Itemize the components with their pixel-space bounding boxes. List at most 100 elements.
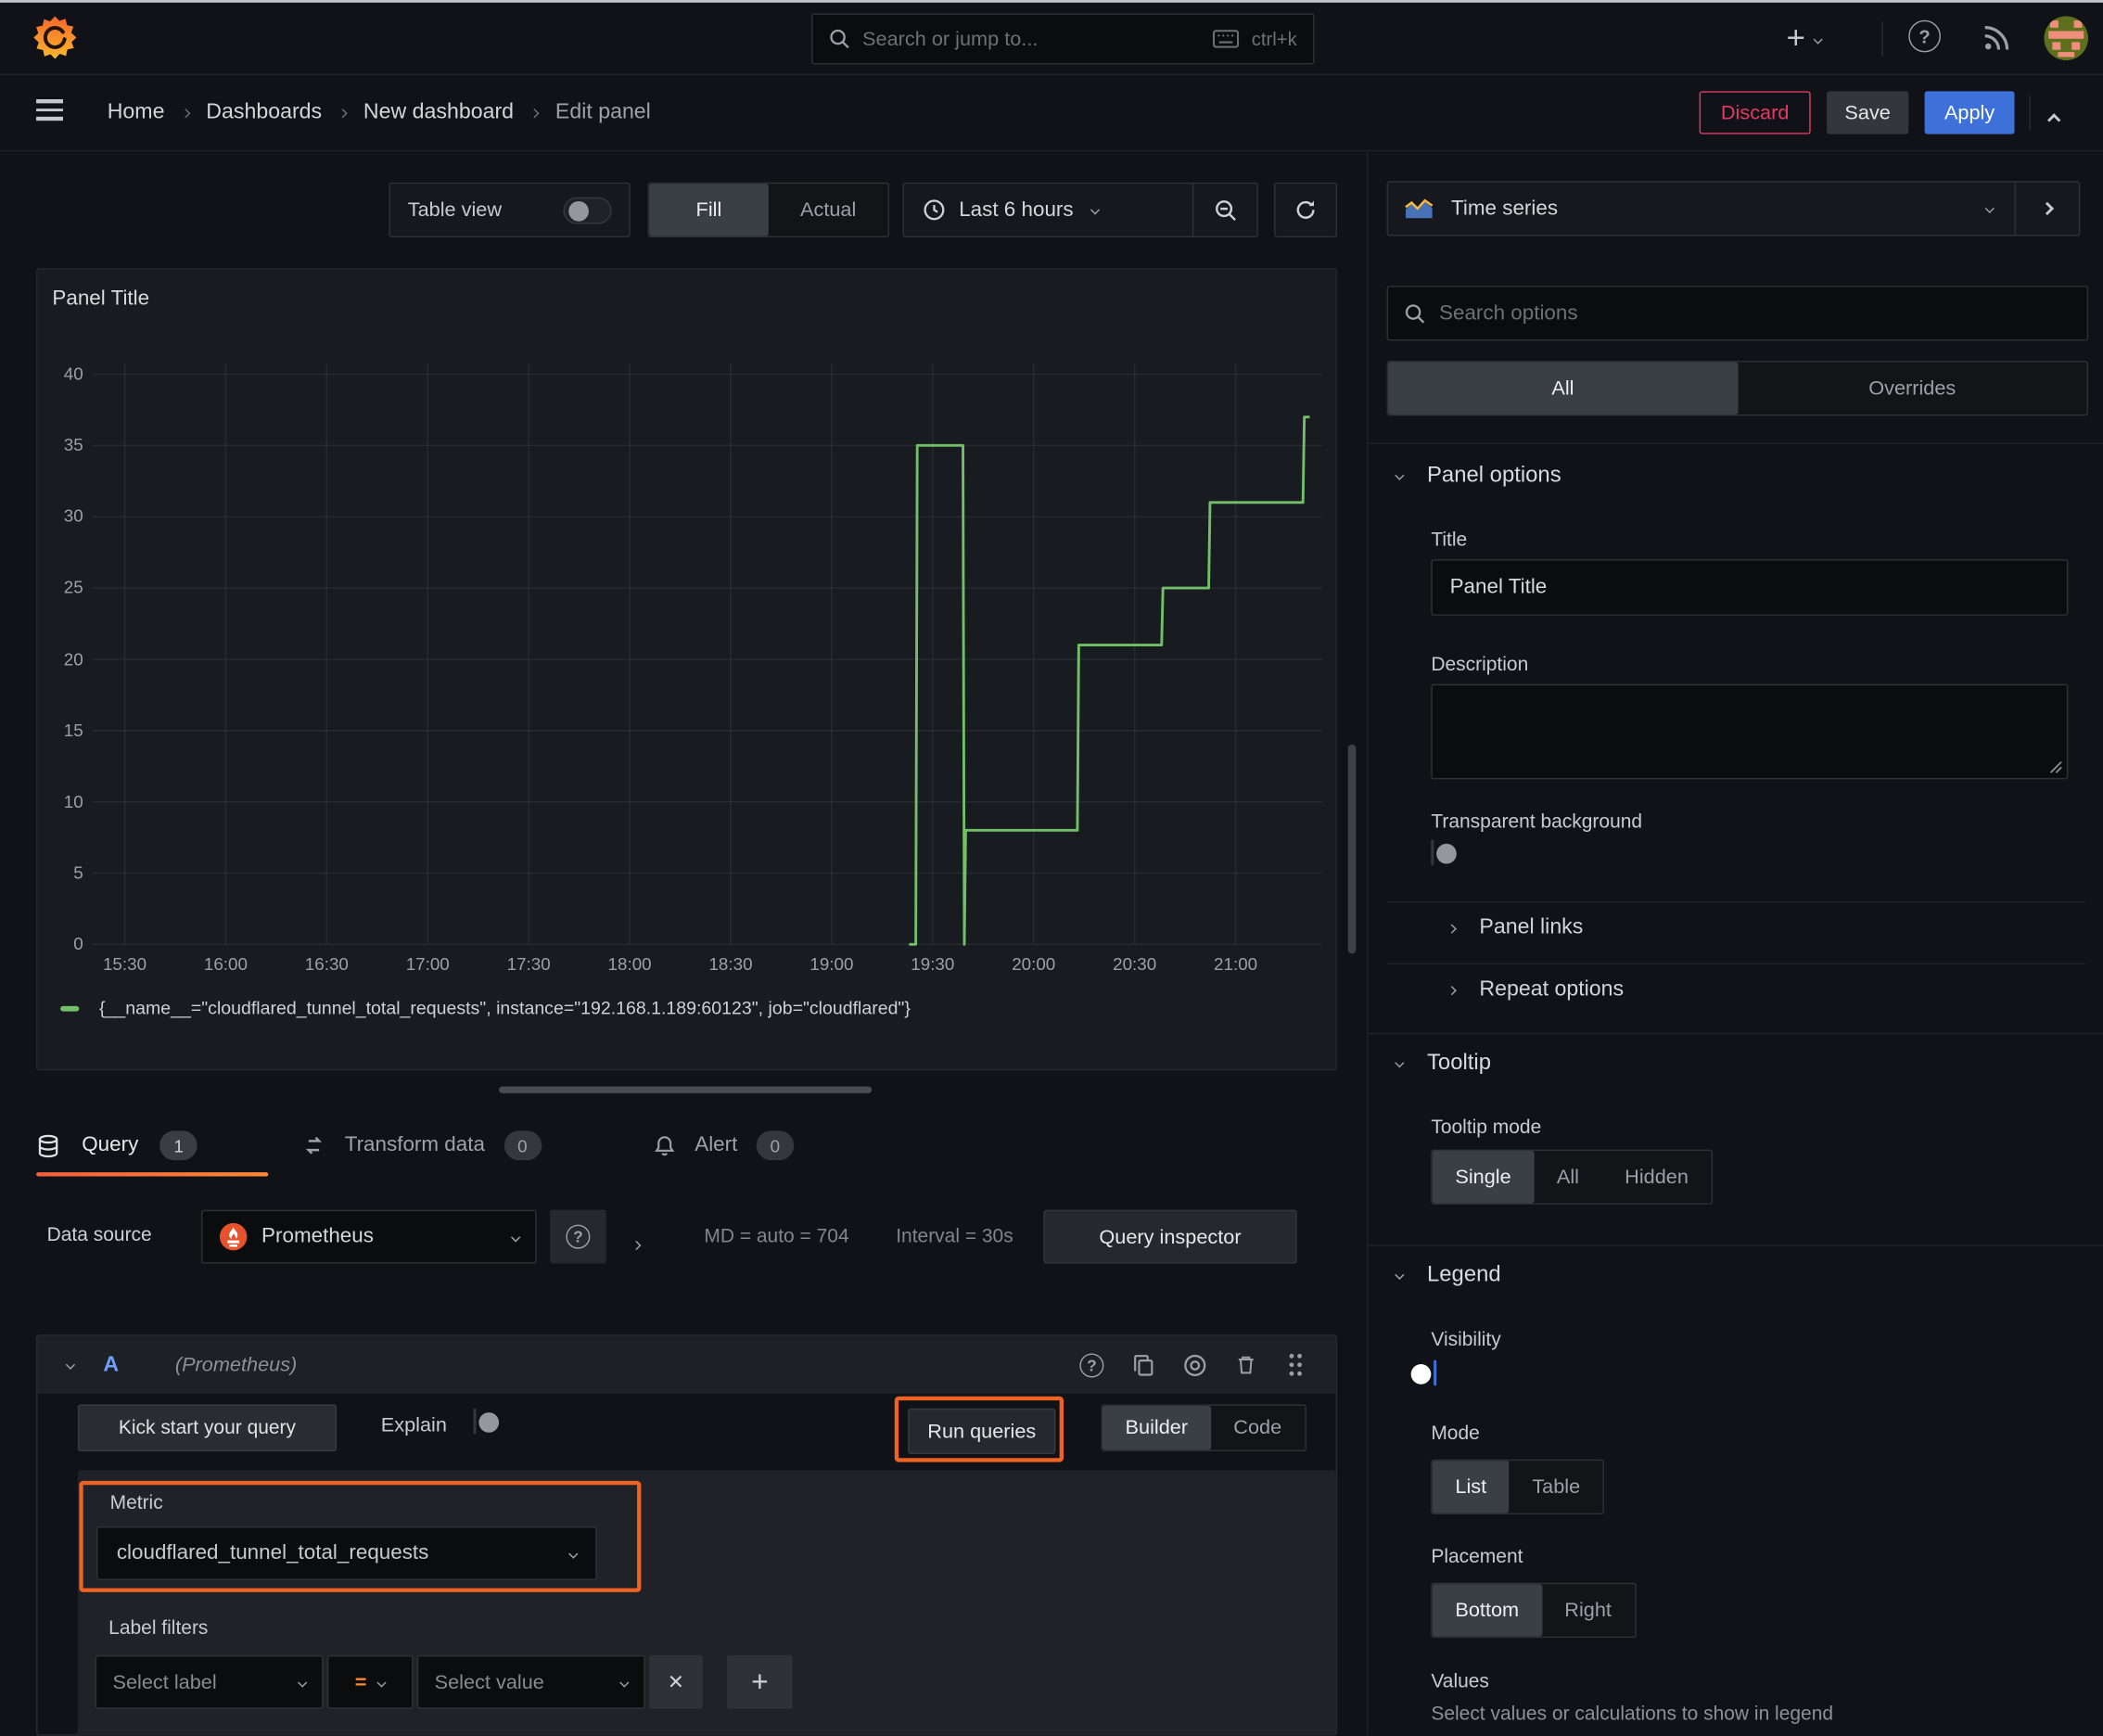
- tooltip-title: Tooltip: [1427, 1050, 1492, 1075]
- table-view-toggle[interactable]: [563, 196, 612, 223]
- description-textarea[interactable]: [1432, 685, 2067, 778]
- global-search-input[interactable]: [862, 27, 1201, 51]
- panel-title-input[interactable]: [1449, 575, 2050, 600]
- help-icon: ?: [1908, 19, 1941, 53]
- operator-dropdown[interactable]: =: [326, 1654, 414, 1709]
- panel-title-field[interactable]: [1431, 559, 2069, 616]
- tooltip-section-header[interactable]: Tooltip: [1395, 1050, 1492, 1076]
- refresh-button[interactable]: [1274, 182, 1338, 238]
- tab-overrides[interactable]: Overrides: [1738, 363, 2087, 415]
- visualization-name: Time series: [1451, 196, 1559, 220]
- scrollbar-thumb[interactable]: [1347, 744, 1357, 954]
- collapse-options-button[interactable]: [2016, 183, 2079, 235]
- user-avatar[interactable]: [2044, 16, 2089, 61]
- grafana-logo-icon[interactable]: [32, 15, 78, 60]
- run-queries-button[interactable]: Run queries: [908, 1408, 1056, 1454]
- datasource-picker[interactable]: Prometheus: [200, 1209, 537, 1264]
- section-divider: [1368, 442, 2103, 444]
- zoom-out-icon: [1215, 199, 1236, 221]
- breadcrumb-item-dashboards[interactable]: Dashboards: [206, 100, 322, 124]
- legend-visibility-toggle[interactable]: [1410, 1359, 1437, 1386]
- apply-button[interactable]: Apply: [1924, 91, 2015, 134]
- tab-alert-badge: 0: [756, 1130, 795, 1161]
- chart-svg[interactable]: [92, 363, 1323, 951]
- chevron-down-icon: [298, 1677, 308, 1687]
- operator-value: =: [354, 1670, 367, 1694]
- news-button[interactable]: [1981, 21, 2013, 54]
- query-inspector-button[interactable]: Query inspector: [1043, 1209, 1297, 1264]
- toggle-visibility-icon[interactable]: [1183, 1353, 1207, 1377]
- explain-label: Explain: [380, 1413, 447, 1437]
- legend-mode-list[interactable]: List: [1432, 1461, 1510, 1513]
- run-queries-highlight: Run queries: [894, 1396, 1064, 1462]
- builder-option[interactable]: Builder: [1102, 1405, 1211, 1450]
- search-icon: [1404, 302, 1425, 324]
- series-line[interactable]: [909, 415, 1310, 946]
- actual-option[interactable]: Actual: [769, 184, 888, 236]
- query-row-header[interactable]: A (Prometheus) ?: [37, 1335, 1336, 1394]
- breadcrumb-item-new-dashboard[interactable]: New dashboard: [363, 100, 514, 124]
- select-label-dropdown[interactable]: Select label: [95, 1654, 324, 1709]
- menu-button[interactable]: [36, 99, 63, 121]
- query-ref-id: A: [103, 1352, 120, 1376]
- chevron-down-icon: [511, 1232, 521, 1242]
- tab-query[interactable]: Query 1: [36, 1115, 198, 1177]
- panel-links-header[interactable]: Panel links: [1447, 916, 1583, 940]
- resize-grip-icon[interactable]: [2049, 760, 2062, 773]
- legend-swatch[interactable]: [60, 1005, 80, 1011]
- transform-icon: [305, 1136, 323, 1155]
- add-new-button[interactable]: +: [1787, 19, 1823, 58]
- metric-select[interactable]: cloudflared_tunnel_total_requests: [96, 1526, 597, 1580]
- options-search-box[interactable]: [1386, 286, 2089, 341]
- legend-placement-right[interactable]: Right: [1542, 1584, 1635, 1636]
- close-icon: ✕: [667, 1671, 685, 1694]
- zoom-out-button[interactable]: [1193, 198, 1256, 222]
- topbar-divider: [1881, 21, 1883, 57]
- x-axis-tick: 17:30: [506, 953, 551, 975]
- delete-query-icon[interactable]: [1235, 1353, 1256, 1376]
- pane-resize-handle[interactable]: [499, 1086, 873, 1093]
- kick-start-query-button[interactable]: Kick start your query: [77, 1404, 338, 1452]
- tab-alert[interactable]: Alert 0: [653, 1115, 795, 1177]
- legend-placement-bottom[interactable]: Bottom: [1432, 1584, 1542, 1637]
- tab-transform-data[interactable]: Transform data 0: [301, 1115, 542, 1177]
- save-button[interactable]: Save: [1827, 91, 1909, 134]
- collapse-header-button[interactable]: [2047, 108, 2061, 131]
- breadcrumb-item-home[interactable]: Home: [108, 100, 165, 124]
- duplicate-query-icon[interactable]: [1132, 1353, 1155, 1376]
- tooltip-mode-single[interactable]: Single: [1432, 1151, 1535, 1204]
- datasource-name: Prometheus: [261, 1224, 374, 1248]
- select-value-dropdown[interactable]: Select value: [416, 1654, 645, 1709]
- query-help-icon[interactable]: ?: [1079, 1352, 1104, 1377]
- panel-options-header[interactable]: Panel options: [1395, 463, 1561, 488]
- legend-mode-table[interactable]: Table: [1510, 1461, 1603, 1513]
- remove-filter-button[interactable]: ✕: [649, 1654, 703, 1709]
- code-option[interactable]: Code: [1211, 1406, 1305, 1450]
- time-range-picker[interactable]: Last 6 hours: [904, 198, 1192, 222]
- global-search-box[interactable]: ctrl+k: [811, 13, 1315, 65]
- x-axis-tick: 18:00: [607, 953, 652, 975]
- tab-transform-badge: 0: [503, 1130, 542, 1161]
- drag-handle-icon[interactable]: [1288, 1352, 1304, 1377]
- options-search-input[interactable]: [1439, 300, 2071, 326]
- add-filter-button[interactable]: +: [726, 1654, 793, 1709]
- datasource-help-button[interactable]: ?: [550, 1209, 606, 1264]
- sub-divider: [1386, 901, 2086, 903]
- legend-section-header[interactable]: Legend: [1395, 1262, 1501, 1287]
- description-field[interactable]: [1431, 683, 2069, 780]
- legend-series-label[interactable]: {__name__="cloudflared_tunnel_total_requ…: [99, 998, 911, 1018]
- help-button[interactable]: ?: [1908, 19, 1941, 53]
- tab-query-badge: 1: [159, 1130, 198, 1161]
- tooltip-mode-hidden[interactable]: Hidden: [1602, 1151, 1712, 1203]
- tooltip-mode-all[interactable]: All: [1534, 1151, 1601, 1203]
- query-builder-body: Metric cloudflared_tunnel_total_requests…: [77, 1470, 1336, 1736]
- explain-toggle[interactable]: [473, 1408, 500, 1435]
- transparent-background-toggle[interactable]: [1431, 839, 1457, 865]
- time-picker-group: Last 6 hours: [902, 182, 1258, 238]
- repeat-options-header[interactable]: Repeat options: [1447, 977, 1624, 1002]
- visualization-picker[interactable]: Time series: [1386, 181, 2081, 236]
- fill-option[interactable]: Fill: [649, 184, 769, 236]
- expand-stats-button[interactable]: [631, 1232, 642, 1255]
- tab-all[interactable]: All: [1388, 362, 1738, 415]
- discard-button[interactable]: Discard: [1699, 91, 1811, 134]
